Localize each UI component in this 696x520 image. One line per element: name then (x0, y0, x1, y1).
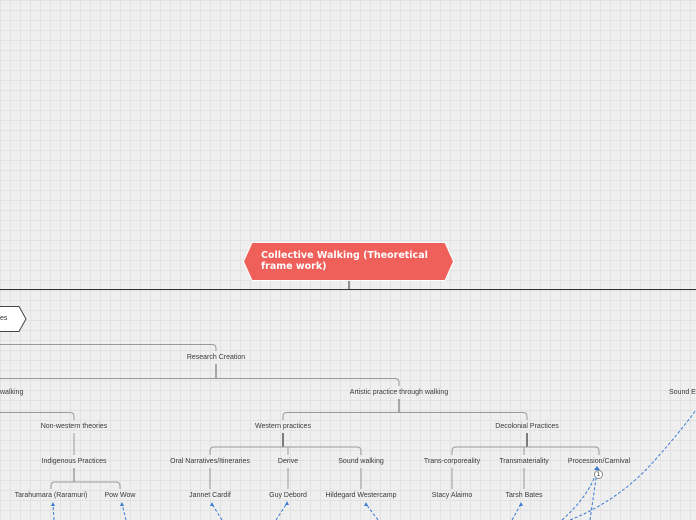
arrowhead (285, 501, 289, 505)
arrowhead (364, 502, 368, 506)
relation-line[interactable] (365, 503, 379, 520)
connector-decolonial-children (451, 446, 600, 455)
connector-indigenous-children (50, 481, 121, 489)
topic-jannet-cardif[interactable]: Jannet Cardif (189, 491, 231, 500)
topic-western-practices[interactable]: Western practices (255, 422, 311, 431)
connector-research-creation (0, 344, 217, 351)
topic-research-creation[interactable]: Research Creation (187, 353, 245, 362)
topic-transmateriality[interactable]: Transmateriality (499, 457, 549, 466)
topic-artistic-practice[interactable]: Artistic practice through walking (350, 388, 448, 397)
topic-sound[interactable]: Sound E (669, 388, 696, 397)
relation-line[interactable] (561, 469, 598, 520)
root-topic[interactable]: Collective Walking (Theoretical frame wo… (243, 242, 454, 281)
connector-western-children (209, 446, 362, 455)
topic-oral-narratives[interactable]: Oral Narratives/Itineraries (170, 457, 250, 466)
topic-walking[interactable]: walking (0, 388, 23, 397)
topic-derive[interactable]: Derive (278, 457, 298, 466)
topic-non-western-theories[interactable]: Non-western theories (41, 422, 108, 431)
arrowhead (519, 502, 523, 506)
topic-pow-wow[interactable]: Pow Wow (105, 491, 136, 500)
relation-line[interactable] (121, 503, 127, 520)
topic-sound-walking[interactable]: Sound walking (338, 457, 384, 466)
relationship-count-badge[interactable]: 1 (594, 470, 603, 479)
connector-artistic-children (282, 412, 528, 420)
relation-line[interactable] (275, 502, 288, 520)
root-title: Collective Walking (Theoretical frame wo… (261, 250, 428, 272)
topic-procession-carnival[interactable]: Procession/Carnival (568, 457, 630, 466)
relation-line[interactable] (211, 503, 223, 520)
topic-left-label: es (0, 315, 8, 322)
topic-hildegard-westercamp[interactable]: Hildegard Westercamp (325, 491, 396, 500)
relation-line[interactable] (511, 503, 522, 520)
relationship-arrowheads (51, 466, 600, 506)
connector-non-western (0, 412, 75, 420)
relation-line[interactable] (52, 503, 55, 520)
topic-tarahumara[interactable]: Tarahumara (Raramuri) (15, 491, 88, 500)
topic-decolonial-practices[interactable]: Decolonial Practices (495, 422, 558, 431)
arrowhead (210, 502, 214, 506)
arrowhead (120, 502, 124, 506)
topic-left-offscreen[interactable]: es (0, 306, 28, 332)
topic-tarsh-bates[interactable]: Tarsh Bates (506, 491, 543, 500)
topic-trans-corporeality[interactable]: Trans-corporeality (424, 457, 480, 466)
connector-level2 (0, 378, 400, 386)
arrowhead (51, 502, 55, 506)
topic-guy-debord[interactable]: Guy Debord (269, 491, 307, 500)
topic-indigenous-practices[interactable]: Indigenous Practices (42, 457, 107, 466)
topic-stacy-alaimo[interactable]: Stacy Alaimo (432, 491, 472, 500)
